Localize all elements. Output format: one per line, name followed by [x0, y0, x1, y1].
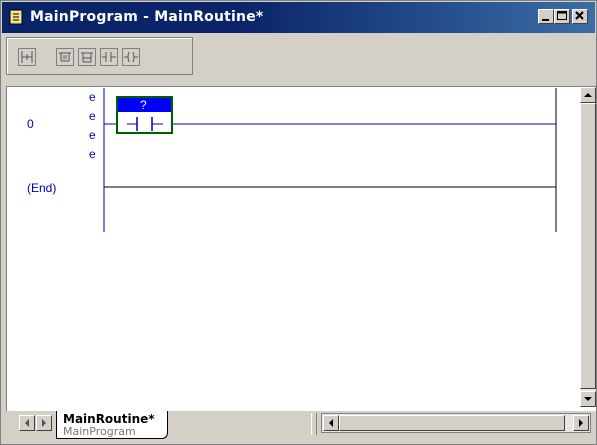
arrow-right-icon	[42, 419, 46, 427]
instruction-tag[interactable]: ?	[140, 98, 147, 112]
scroll-left-button[interactable]	[323, 415, 339, 431]
rung-tool-icon[interactable]	[18, 48, 36, 66]
edit-marker: e	[89, 90, 96, 104]
arrow-left-icon	[25, 419, 29, 427]
branch-level-icon[interactable]	[78, 48, 96, 66]
ladder-toolbar	[6, 37, 193, 75]
edit-marker: e	[89, 128, 96, 142]
arrow-down-icon	[584, 397, 592, 401]
arrow-left-icon	[329, 419, 333, 427]
close-icon	[575, 11, 584, 20]
end-rung-label: (End)	[27, 181, 57, 195]
close-button[interactable]	[572, 9, 588, 24]
maximize-button[interactable]	[554, 9, 570, 24]
scroll-thumb[interactable]	[580, 103, 596, 389]
minimize-button[interactable]	[538, 9, 554, 24]
window-title: MainProgram - MainRoutine*	[30, 9, 264, 25]
routine-window: MainProgram - MainRoutine* ? 0 e e e e (…	[0, 0, 597, 445]
xic-tool-icon[interactable]	[100, 48, 118, 66]
vertical-scrollbar[interactable]	[580, 87, 596, 407]
program-name: MainProgram	[63, 425, 136, 438]
edit-marker: e	[89, 147, 96, 161]
routine-icon	[8, 9, 24, 25]
title-bar[interactable]: MainProgram - MainRoutine*	[2, 2, 595, 33]
hscroll-thumb[interactable]	[339, 415, 565, 431]
rung-number: 0	[27, 117, 34, 131]
branch-tool-icon[interactable]	[56, 48, 74, 66]
ote-tool-icon[interactable]	[122, 48, 140, 66]
scroll-down-button[interactable]	[580, 391, 596, 407]
horizontal-scrollbar[interactable]	[321, 413, 591, 433]
edit-marker: e	[89, 109, 96, 123]
arrow-right-icon	[579, 419, 583, 427]
maximize-icon	[557, 11, 567, 20]
scroll-up-button[interactable]	[580, 87, 596, 103]
tab-scroll-right-button[interactable]	[36, 415, 52, 431]
routine-name: MainRoutine*	[63, 412, 155, 426]
routine-tab[interactable]: MainRoutine* MainProgram	[56, 411, 168, 439]
splitter[interactable]	[311, 413, 317, 435]
tab-scroll-left-button[interactable]	[19, 415, 35, 431]
scroll-right-button[interactable]	[573, 415, 589, 431]
minimize-icon	[542, 19, 549, 21]
ladder-editor[interactable]: ? 0 e e e e (End)	[6, 86, 596, 411]
arrow-up-icon	[584, 93, 592, 97]
